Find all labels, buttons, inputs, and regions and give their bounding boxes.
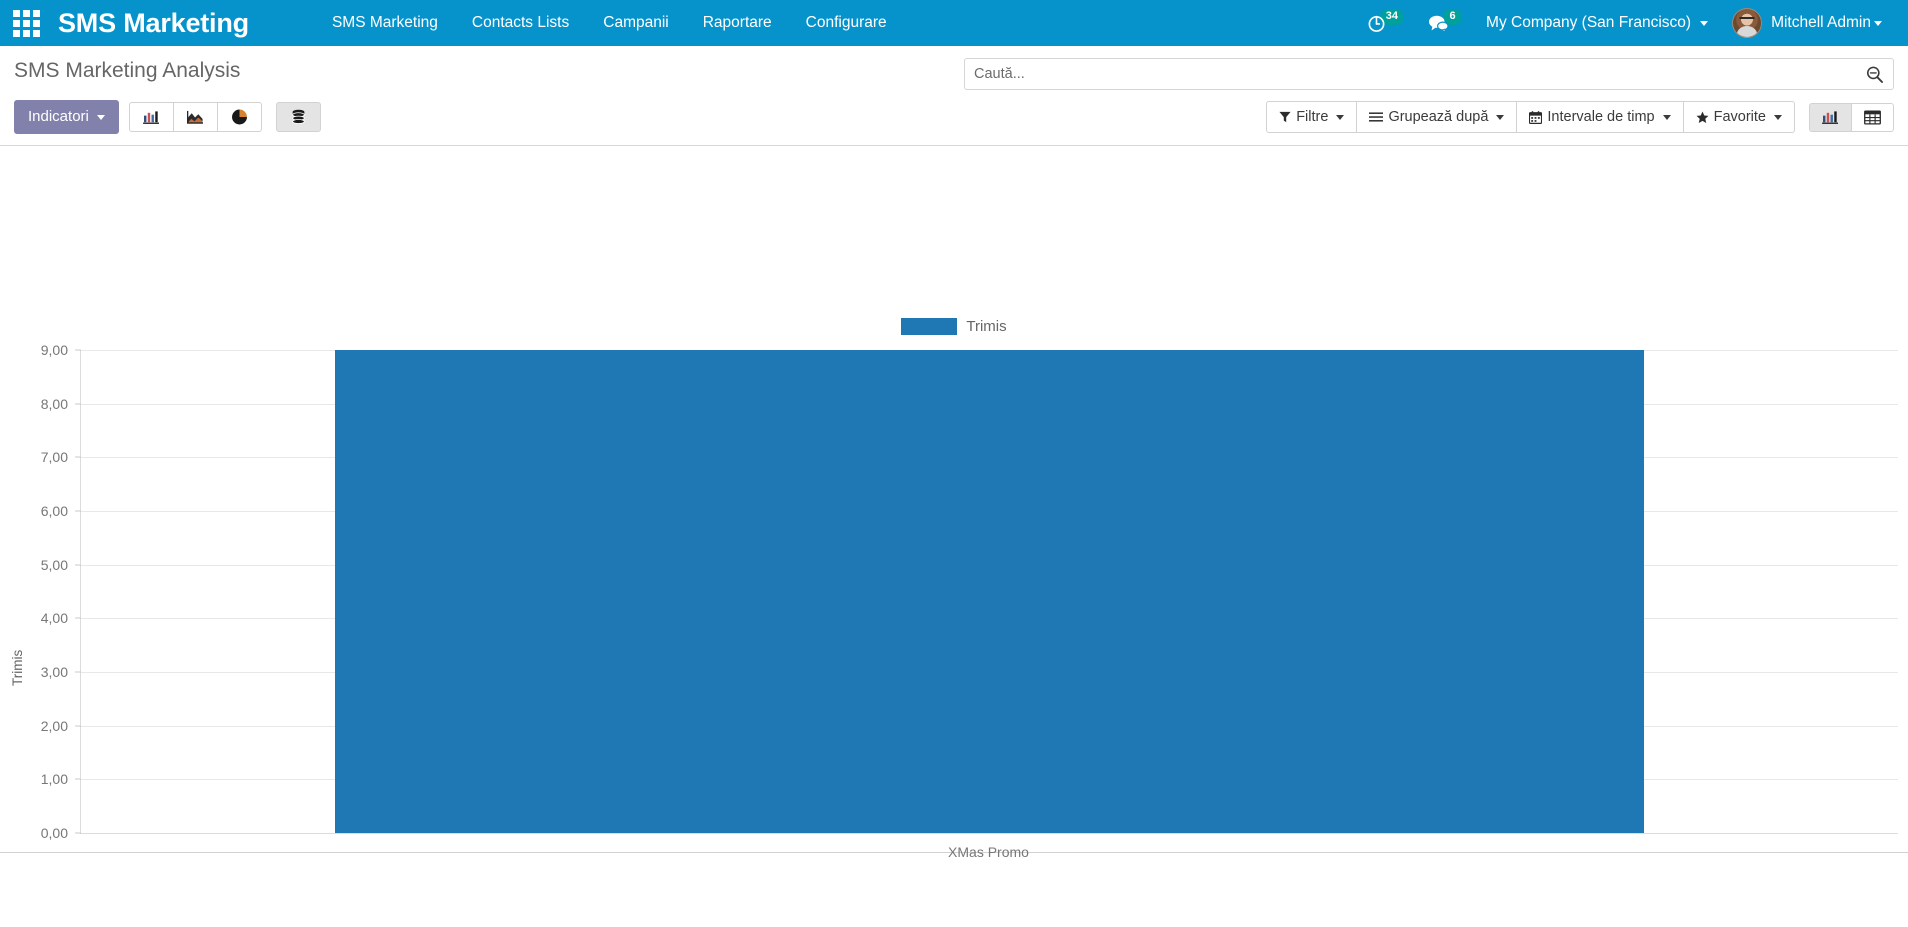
chart-bar[interactable] <box>335 350 1644 833</box>
group-by-label: Grupează după <box>1388 109 1489 125</box>
chevron-down-icon <box>1336 114 1345 120</box>
menu-item-sms-marketing[interactable]: SMS Marketing <box>315 0 455 46</box>
chevron-down-icon <box>1700 20 1709 26</box>
messages-button[interactable]: 6 <box>1416 0 1474 46</box>
chevron-down-icon <box>1874 20 1882 26</box>
y-axis-tick-label: 4,00 <box>40 610 68 627</box>
legend-swatch-trimis[interactable] <box>901 318 958 335</box>
y-axis-tick-label: 9,00 <box>40 342 68 358</box>
line-chart-button[interactable] <box>172 102 218 132</box>
company-switcher[interactable]: My Company (San Francisco) <box>1474 0 1720 46</box>
filters-dropdown-button[interactable]: Filtre <box>1266 101 1358 133</box>
view-switcher <box>1809 102 1894 132</box>
top-navbar: SMS Marketing SMS Marketing Contacts Lis… <box>0 0 1908 46</box>
table-grid-icon <box>1864 109 1881 125</box>
comparison-dropdown-button[interactable]: Intervale de timp <box>1516 101 1684 133</box>
y-axis-tick-label: 5,00 <box>40 556 68 573</box>
chart-plot-area: 9,00 8,00 7,00 6,00 5,00 4,00 3,00 2,00 1,00 0,00 <box>41 342 1898 841</box>
legend-label-trimis[interactable]: Trimis <box>966 318 1006 335</box>
y-axis-tick-label: 2,00 <box>40 717 68 734</box>
y-axis-tick-label: 1,00 <box>40 771 68 788</box>
user-name-label: Mitchell Admin <box>1771 14 1871 31</box>
graph-view-renderer: Trimis Trimis 9,00 8,00 7,00 6,00 5,00 4,00 3,… <box>0 146 1908 896</box>
chart-legend: Trimis <box>0 318 1908 335</box>
stacked-toggle-button[interactable] <box>275 102 321 132</box>
chat-bubble-icon <box>1428 14 1449 33</box>
activities-button[interactable]: 34 <box>1355 0 1416 46</box>
apps-menu-button[interactable] <box>0 0 52 46</box>
funnel-icon <box>1279 111 1291 123</box>
control-panel-top-row: SMS Marketing Analysis <box>0 46 1908 90</box>
y-axis-tick-mark <box>75 778 81 780</box>
y-axis-tick-label: 7,00 <box>40 449 68 466</box>
area-chart-icon <box>186 110 204 125</box>
comparison-label: Intervale de timp <box>1547 109 1655 125</box>
y-axis-tick-mark <box>75 671 81 673</box>
pivot-view-button[interactable] <box>1851 102 1894 132</box>
avatar <box>1732 8 1763 38</box>
user-menu[interactable]: Mitchell Admin <box>1720 0 1894 46</box>
y-axis-tick-mark <box>75 349 81 351</box>
menu-item-campanii[interactable]: Campanii <box>586 0 685 46</box>
main-menu: SMS Marketing Contacts Lists Campanii Ra… <box>315 0 904 46</box>
y-axis-tick-mark <box>75 510 81 512</box>
y-axis-tick-mark <box>75 725 81 727</box>
chevron-down-icon <box>1774 114 1782 120</box>
company-name-label: My Company (San Francisco) <box>1486 14 1692 31</box>
list-bars-icon <box>1369 111 1384 123</box>
search-input[interactable] <box>974 60 1865 88</box>
filters-area: Filtre Grupează după Intervale de timp F… <box>1266 101 1894 133</box>
favorites-label: Favorite <box>1713 109 1766 125</box>
measures-label: Indicatori <box>28 108 89 125</box>
menu-item-raportare[interactable]: Raportare <box>686 0 789 46</box>
bar-chart-icon <box>142 110 160 125</box>
search-options-group: Filtre Grupează după Intervale de timp F… <box>1266 101 1795 133</box>
apps-grid-icon <box>12 9 40 37</box>
filters-label: Filtre <box>1296 109 1329 125</box>
search-view[interactable] <box>964 58 1894 90</box>
control-panel: SMS Marketing Analysis Indicatori <box>0 46 1908 146</box>
y-axis-tick-label: 3,00 <box>40 664 68 680</box>
y-axis-tick-mark <box>75 564 81 566</box>
navbar-systray: 34 6 My Company (San Francisco) Mitchell… <box>1355 0 1908 46</box>
app-brand-title: SMS Marketing <box>58 8 249 38</box>
y-axis-tick-label: 6,00 <box>40 503 68 519</box>
favorites-dropdown-button[interactable]: Favorite <box>1682 101 1795 133</box>
measures-dropdown-button[interactable]: Indicatori <box>14 100 119 134</box>
clock-icon <box>1367 14 1386 33</box>
star-icon <box>1696 111 1709 124</box>
y-axis-tick-mark <box>75 456 81 458</box>
page-title: SMS Marketing Analysis <box>14 59 241 82</box>
control-panel-bottom-row: Indicatori Filtre Grupează după Interval… <box>0 90 1908 145</box>
calendar-icon <box>1529 110 1543 124</box>
database-stack-icon <box>290 109 307 125</box>
x-axis-tick-label: XMas Promo <box>948 844 1029 860</box>
search-icon[interactable] <box>1865 65 1884 84</box>
chevron-down-icon <box>1496 114 1505 120</box>
chart-type-button-group <box>128 102 262 132</box>
group-by-dropdown-button[interactable]: Grupează după <box>1356 101 1518 133</box>
pie-chart-icon <box>231 109 248 125</box>
y-axis-tick-mark <box>75 617 81 619</box>
graph-view-button[interactable] <box>1809 102 1852 132</box>
y-axis-tick-label: 0,00 <box>40 825 68 841</box>
menu-item-configurare[interactable]: Configurare <box>789 0 904 46</box>
pie-chart-button[interactable] <box>216 102 262 132</box>
y-axis-tick-label: 8,00 <box>40 395 68 412</box>
y-axis-tick-mark <box>75 832 81 834</box>
menu-item-contacts-lists[interactable]: Contacts Lists <box>455 0 586 46</box>
chevron-down-icon <box>96 114 105 120</box>
y-axis-tick-mark <box>75 403 81 405</box>
chevron-down-icon <box>1662 114 1671 120</box>
bar-chart-button[interactable] <box>128 102 174 132</box>
bar-chart-icon <box>1822 110 1839 125</box>
